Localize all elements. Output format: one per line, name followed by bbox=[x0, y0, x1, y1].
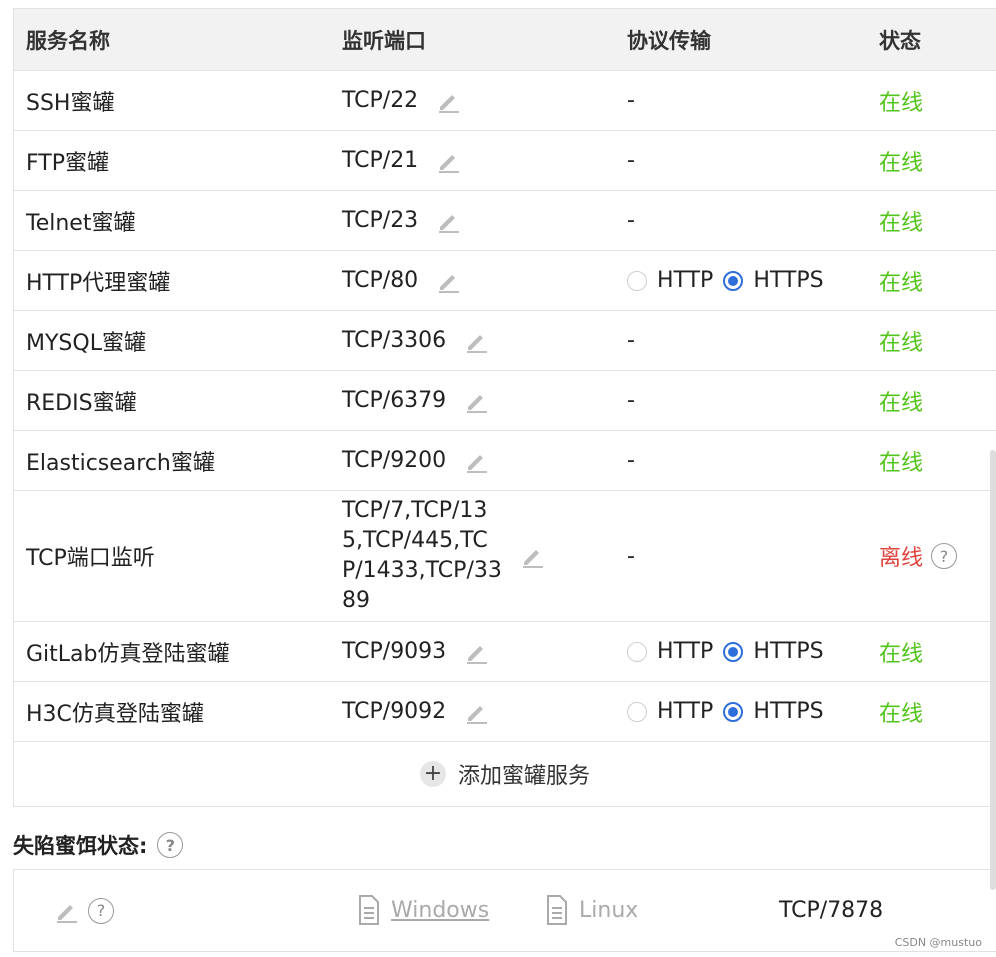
watermark: CSDN @mustuo bbox=[894, 936, 982, 949]
port-value: TCP/80 bbox=[342, 268, 419, 293]
table-row: H3C仿真登陆蜜罐 TCP/9092 HTTP HTTPS 在线 bbox=[14, 682, 996, 742]
edit-pencil-icon[interactable] bbox=[464, 639, 490, 665]
linux-label: Linux bbox=[579, 897, 639, 923]
honeypot-service-table: 服务名称 监听端口 协议传输 状态 SSH蜜罐 TCP/22 - 在线 FTP蜜罐 TCP… bbox=[13, 8, 996, 807]
radio-http[interactable] bbox=[627, 270, 647, 291]
edit-pencil-icon[interactable] bbox=[464, 699, 490, 725]
add-honeypot-button[interactable]: + 添加蜜罐服务 bbox=[14, 742, 996, 806]
status-badge: 在线 bbox=[879, 150, 924, 176]
radio-https-label: HTTPS bbox=[753, 268, 824, 293]
help-icon[interactable]: ? bbox=[88, 897, 114, 924]
service-name: HTTP代理蜜罐 bbox=[26, 270, 171, 296]
table-header: 服务名称 监听端口 协议传输 状态 bbox=[14, 9, 996, 71]
radio-http[interactable] bbox=[627, 641, 647, 662]
table-body: SSH蜜罐 TCP/22 - 在线 FTP蜜罐 TCP/21 - 在线 Telnet蜜罐 TCP/… bbox=[14, 71, 996, 742]
header-status: 状态 bbox=[879, 28, 921, 53]
service-name: FTP蜜罐 bbox=[26, 150, 109, 176]
radio-http-label: HTTP bbox=[657, 699, 714, 724]
port-value: TCP/6379 bbox=[342, 388, 447, 413]
status-badge: 离线 bbox=[879, 546, 924, 571]
port-value: TCP/21 bbox=[342, 148, 419, 173]
table-row: REDIS蜜罐 TCP/6379 - 在线 bbox=[14, 371, 996, 431]
header-listen-port: 监听端口 bbox=[342, 28, 426, 53]
edit-pencil-icon[interactable] bbox=[436, 208, 462, 234]
table-row: Telnet蜜罐 TCP/23 - 在线 bbox=[14, 191, 996, 251]
bait-port: TCP/7878 bbox=[779, 898, 884, 923]
bait-title-text: 失陷蜜饵状态: bbox=[13, 834, 148, 858]
protocol-value: - bbox=[627, 208, 635, 233]
bait-section-title: 失陷蜜饵状态: ? bbox=[13, 830, 184, 860]
service-name: MYSQL蜜罐 bbox=[26, 330, 146, 356]
header-protocol: 协议传输 bbox=[627, 28, 711, 53]
help-icon[interactable]: ? bbox=[931, 543, 958, 569]
status-badge: 在线 bbox=[879, 641, 924, 667]
service-name: GitLab仿真登陆蜜罐 bbox=[26, 641, 230, 667]
protocol-value: - bbox=[627, 388, 635, 413]
edit-pencil-icon[interactable] bbox=[464, 388, 490, 414]
table-row: HTTP代理蜜罐 TCP/80 HTTP HTTPS 在线 bbox=[14, 251, 996, 311]
port-value: TCP/9092 bbox=[342, 699, 447, 724]
radio-https[interactable] bbox=[723, 270, 744, 291]
status-badge: 在线 bbox=[879, 390, 924, 416]
service-name: Telnet蜜罐 bbox=[26, 210, 136, 236]
document-icon bbox=[547, 895, 567, 925]
radio-https[interactable] bbox=[723, 701, 744, 722]
status-badge: 在线 bbox=[879, 210, 924, 236]
plus-icon: + bbox=[419, 761, 446, 787]
protocol-value: - bbox=[627, 448, 635, 473]
add-honeypot-label: 添加蜜罐服务 bbox=[457, 764, 590, 789]
port-value: TCP/23 bbox=[342, 208, 419, 233]
protocol-value: - bbox=[627, 543, 635, 569]
protocol-value: - bbox=[627, 88, 635, 113]
port-value: TCP/3306 bbox=[342, 328, 447, 353]
scrollbar[interactable] bbox=[990, 450, 996, 890]
edit-pencil-icon[interactable] bbox=[54, 898, 80, 924]
service-name: REDIS蜜罐 bbox=[26, 390, 137, 416]
table-row: TCP端口监听 TCP/7,TCP/135,TCP/445,TCP/1433,TC… bbox=[14, 491, 996, 622]
status-badge: 在线 bbox=[879, 450, 924, 476]
radio-http-label: HTTP bbox=[657, 268, 714, 293]
table-row: SSH蜜罐 TCP/22 - 在线 bbox=[14, 71, 996, 131]
edit-pencil-icon[interactable] bbox=[436, 268, 462, 294]
status-badge: 在线 bbox=[879, 270, 924, 296]
service-name: SSH蜜罐 bbox=[26, 90, 115, 116]
service-name: Elasticsearch蜜罐 bbox=[26, 450, 215, 476]
service-name: H3C仿真登陆蜜罐 bbox=[26, 701, 204, 727]
edit-pencil-icon[interactable] bbox=[520, 543, 546, 569]
help-icon[interactable]: ? bbox=[157, 832, 184, 858]
windows-download-link[interactable]: Windows bbox=[357, 895, 489, 925]
table-row: FTP蜜罐 TCP/21 - 在线 bbox=[14, 131, 996, 191]
bait-status-row: ? Windows Linux TCP/7878 bbox=[13, 869, 996, 952]
windows-label: Windows bbox=[391, 897, 490, 923]
radio-http-label: HTTP bbox=[657, 639, 714, 664]
radio-https-label: HTTPS bbox=[753, 639, 824, 664]
port-value: TCP/9200 bbox=[342, 448, 447, 473]
edit-pencil-icon[interactable] bbox=[436, 148, 462, 174]
linux-download-link[interactable]: Linux bbox=[545, 895, 638, 925]
status-badge: 在线 bbox=[879, 90, 924, 116]
port-value: TCP/22 bbox=[342, 88, 419, 113]
port-value: TCP/9093 bbox=[342, 639, 447, 664]
status-badge: 在线 bbox=[879, 701, 924, 727]
status-badge: 在线 bbox=[879, 330, 924, 356]
document-icon bbox=[359, 895, 379, 925]
header-service-name: 服务名称 bbox=[26, 28, 110, 53]
edit-pencil-icon[interactable] bbox=[436, 88, 462, 114]
port-value: TCP/7,TCP/135,TCP/445,TCP/1433,TCP/3389 bbox=[342, 498, 502, 613]
protocol-value: - bbox=[627, 328, 635, 353]
radio-https[interactable] bbox=[723, 641, 744, 662]
radio-http[interactable] bbox=[627, 701, 647, 722]
radio-https-label: HTTPS bbox=[753, 699, 824, 724]
table-row: MYSQL蜜罐 TCP/3306 - 在线 bbox=[14, 311, 996, 371]
edit-pencil-icon[interactable] bbox=[464, 328, 490, 354]
table-row: GitLab仿真登陆蜜罐 TCP/9093 HTTP HTTPS 在线 bbox=[14, 622, 996, 682]
protocol-value: - bbox=[627, 148, 635, 173]
service-name: TCP端口监听 bbox=[26, 546, 155, 571]
edit-pencil-icon[interactable] bbox=[464, 448, 490, 474]
table-row: Elasticsearch蜜罐 TCP/9200 - 在线 bbox=[14, 431, 996, 491]
